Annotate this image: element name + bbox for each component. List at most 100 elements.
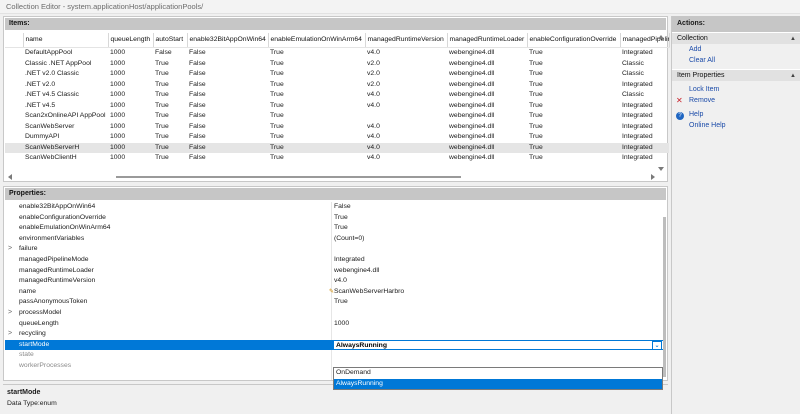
table-row[interactable]: .NET v4.5 Classic 1000 True False True v4.0 we… <box>5 90 669 101</box>
property-value[interactable]: AlwaysRunning ⌄ <box>333 339 665 351</box>
table-cell: True <box>155 80 169 88</box>
table-cell: True <box>268 142 365 153</box>
column-header[interactable]: autoStart <box>153 33 188 48</box>
collection-group[interactable]: Collection ▲ <box>672 32 800 44</box>
table-row[interactable]: DefaultAppPool 1000 False False True v4.0 webe… <box>5 48 669 59</box>
table-cell: 1000 <box>110 70 126 77</box>
item-properties-group-label: Item Properties <box>677 72 725 79</box>
property-row-name[interactable]: name ✎ ScanWebServerHarbro <box>5 287 656 298</box>
property-value[interactable]: webengine4.dll <box>334 266 379 277</box>
property-row-managedruntimeloader[interactable]: managedRuntimeLoader webengine4.dll <box>5 266 656 277</box>
row-gutter[interactable] <box>5 80 23 91</box>
add-link[interactable]: Add <box>672 44 800 55</box>
expand-chevron-icon[interactable]: > <box>8 329 14 340</box>
table-row[interactable]: .NET v4.5 1000 True False True v4.0 webengine4… <box>5 101 669 112</box>
table-cell: webengine4.dll <box>449 70 495 77</box>
table-cell: Integrated <box>622 80 653 88</box>
item-properties-group[interactable]: Item Properties ▲ <box>672 69 800 81</box>
column-header[interactable]: managedRuntimeLoader <box>447 33 528 48</box>
property-row-managedpipelinemode[interactable]: managedPipelineMode Integrated <box>5 255 656 266</box>
dropdown-chevron-icon[interactable]: ⌄ <box>652 340 662 350</box>
startmode-dropdown-list[interactable]: OnDemand AlwaysRunning <box>333 367 663 390</box>
property-row-recycling[interactable]: > recycling <box>5 329 656 340</box>
row-gutter[interactable] <box>5 111 23 122</box>
row-gutter[interactable] <box>5 101 23 112</box>
table-cell: ScanWebServer <box>25 122 75 130</box>
property-value[interactable]: ScanWebServerHarbro <box>334 287 404 298</box>
actions-pane: Actions: Collection ▲ Add Clear All Item… <box>671 16 800 414</box>
property-row-queuelength[interactable]: queueLength 1000 <box>5 319 656 330</box>
scroll-left-arrow-icon[interactable] <box>8 174 12 180</box>
property-name: workerProcesses <box>19 362 72 369</box>
lock-item-link[interactable]: Lock Item <box>672 84 800 95</box>
table-row[interactable]: ScanWebServerH 1000 True False True v4.0 weben… <box>5 142 669 153</box>
column-header[interactable]: managedRuntimeVersion <box>365 33 448 48</box>
table-cell: Scan2xOnlineAPI AppPool <box>25 112 106 119</box>
row-gutter[interactable] <box>5 153 23 164</box>
dropdown-option-ondemand[interactable]: OnDemand <box>334 368 662 379</box>
property-value[interactable]: (Count=0) <box>334 234 364 245</box>
table-row[interactable]: ScanWebClientH 1000 True False True v4.0 weben… <box>5 153 669 164</box>
table-cell: v2.0 <box>367 80 380 88</box>
property-value[interactable]: Integrated <box>334 255 365 266</box>
property-row-state[interactable]: state <box>5 350 656 361</box>
scroll-down-arrow-icon[interactable] <box>658 167 664 171</box>
horizontal-scrollbar[interactable] <box>116 176 461 178</box>
property-value[interactable]: False <box>334 202 351 213</box>
property-value[interactable]: 1000 <box>334 319 349 330</box>
column-header[interactable]: enable32BitAppOnWin64 <box>187 33 269 48</box>
row-gutter[interactable] <box>5 132 23 143</box>
table-cell: True <box>529 91 543 98</box>
help-link[interactable]: ? Help <box>672 109 800 120</box>
property-row-enableconfigurationoverride[interactable]: enableConfigurationOverride True <box>5 213 656 224</box>
row-gutter[interactable] <box>5 122 23 133</box>
property-row-passanonymoustoken[interactable]: passAnonymousToken True <box>5 297 656 308</box>
expand-chevron-icon[interactable]: > <box>8 244 14 255</box>
row-gutter[interactable] <box>5 59 23 70</box>
table-row[interactable]: ScanWebServer 1000 True False True v4.0 webeng… <box>5 122 669 133</box>
property-row-environmentvariables[interactable]: environmentVariables (Count=0) <box>5 234 656 245</box>
row-gutter[interactable] <box>5 48 23 59</box>
scroll-right-arrow-icon[interactable] <box>651 174 655 180</box>
clear-all-link[interactable]: Clear All <box>672 55 800 66</box>
table-cell: ScanWebServerH <box>23 142 108 153</box>
properties-vertical-scrollbar[interactable] <box>663 217 666 377</box>
dropdown-option-alwaysrunning[interactable]: AlwaysRunning <box>334 378 662 389</box>
column-header[interactable]: name <box>23 33 109 48</box>
table-row[interactable]: .NET v2.0 Classic 1000 True False True v2.0 we… <box>5 69 669 80</box>
property-value[interactable]: True <box>334 223 348 234</box>
properties-header: Properties: <box>5 188 666 200</box>
property-row-failure[interactable]: > failure <box>5 244 656 255</box>
row-gutter[interactable] <box>5 90 23 101</box>
table-cell: True <box>529 154 543 161</box>
property-row-processmodel[interactable]: > processModel <box>5 308 656 319</box>
column-header[interactable]: enableEmulationOnWinArm64 <box>268 33 366 48</box>
scroll-up-arrow-icon[interactable] <box>658 35 664 39</box>
table-cell: 1000 <box>110 122 126 130</box>
table-row[interactable]: .NET v2.0 1000 True False True v2.0 webengine4… <box>5 80 669 91</box>
table-row[interactable]: DummyAPI 1000 True False True v4.0 webengine4.… <box>5 132 669 143</box>
row-gutter[interactable] <box>5 69 23 80</box>
column-header[interactable]: enableConfigurationOverride <box>527 33 621 48</box>
collapse-caret-icon[interactable]: ▲ <box>790 70 796 82</box>
property-value[interactable]: v4.0 <box>334 276 347 287</box>
table-cell: True <box>529 133 543 140</box>
table-cell: 1000 <box>110 133 126 140</box>
online-help-link[interactable]: Online Help <box>672 120 800 131</box>
table-row[interactable]: Classic .NET AppPool 1000 True False True v2.… <box>5 59 669 70</box>
property-value[interactable]: True <box>334 213 348 224</box>
property-row-enable32bitapponwin64[interactable]: enable32BitAppOnWin64 False <box>5 202 656 213</box>
table-cell: True <box>155 101 169 109</box>
column-header[interactable]: queueLength <box>108 33 154 48</box>
remove-link[interactable]: ✕ Remove <box>672 95 800 106</box>
table-row[interactable]: Scan2xOnlineAPI AppPool 1000 True False True… <box>5 111 669 122</box>
row-gutter[interactable] <box>5 142 23 153</box>
property-row-startmode[interactable]: startMode AlwaysRunning ⌄ <box>5 339 665 351</box>
expand-chevron-icon[interactable]: > <box>8 308 14 319</box>
table-cell: v4.0 <box>367 91 380 98</box>
property-row-managedruntimeversion[interactable]: managedRuntimeVersion v4.0 <box>5 276 656 287</box>
table-cell: Integrated <box>620 142 669 153</box>
table-cell: webengine4.dll <box>449 91 495 98</box>
property-value[interactable]: True <box>334 297 348 308</box>
property-row-enableemulationonwinarm64[interactable]: enableEmulationOnWinArm64 True <box>5 223 656 234</box>
